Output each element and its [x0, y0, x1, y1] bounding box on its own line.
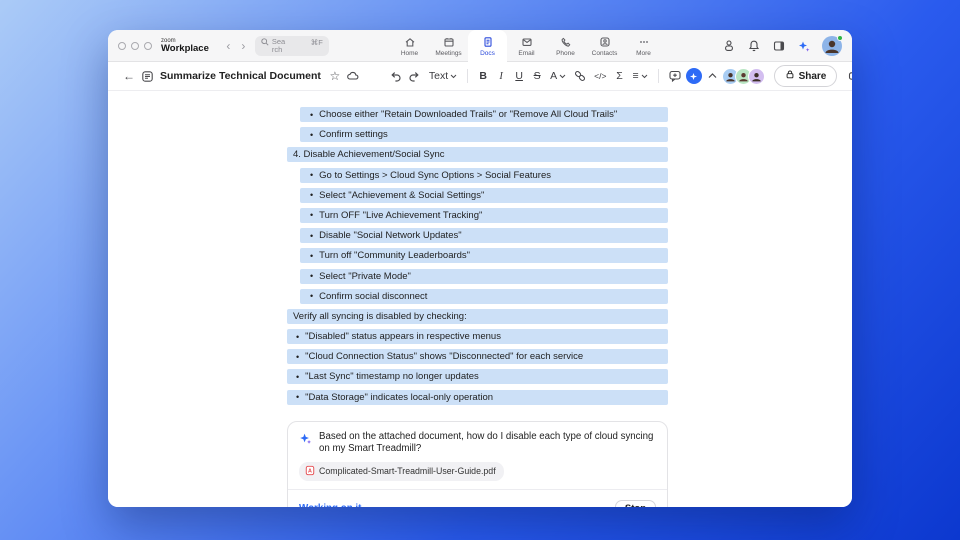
text-style-dropdown[interactable]: Text	[426, 67, 460, 85]
favorite-star-icon[interactable]: ☆	[326, 66, 344, 86]
cloud-sync-icon	[344, 66, 362, 86]
ai-panel-footer: Working on it... Stop	[299, 498, 656, 507]
search-placeholder: Sea rch	[271, 36, 286, 54]
code-button[interactable]: </>	[591, 67, 609, 85]
ai-sparkle-icon[interactable]	[797, 39, 811, 53]
docs-home-icon[interactable]	[138, 66, 156, 86]
ai-prompt-row: Based on the attached document, how do I…	[299, 431, 656, 455]
doc-line[interactable]: "Disabled" status appears in respective …	[287, 329, 668, 345]
tab-email[interactable]: Email	[507, 30, 546, 62]
maximize-window-button[interactable]	[144, 41, 152, 50]
pdf-file-icon: A	[305, 465, 315, 478]
nav-back-button[interactable]: ‹	[221, 39, 236, 53]
video-call-icon[interactable]	[846, 66, 852, 86]
ai-companion-panel: Based on the attached document, how do I…	[287, 420, 668, 507]
docbar-right: Share ···	[721, 65, 852, 87]
tab-meetings[interactable]: Meetings	[429, 30, 468, 62]
doc-line[interactable]: Disable "Social Network Updates"	[300, 228, 668, 244]
home-icon	[404, 36, 416, 48]
collaborator-avatars	[721, 67, 765, 85]
stop-button[interactable]: Stop	[614, 499, 656, 507]
strikethrough-button[interactable]: S	[529, 67, 545, 85]
topbar-right-icons	[722, 34, 843, 56]
ai-sparkle-icon	[299, 432, 312, 449]
contacts-icon	[599, 36, 611, 48]
tab-more[interactable]: More	[624, 30, 663, 62]
search-input[interactable]: Sea rch ⌘F	[254, 35, 329, 56]
text-color-dropdown[interactable]: A	[547, 67, 569, 85]
bold-button[interactable]: B	[475, 67, 491, 85]
nav-forward-button[interactable]: ›	[236, 39, 251, 53]
doc-line[interactable]: 4. Disable Achievement/Social Sync	[287, 147, 668, 163]
ai-status-text: Working on it...	[299, 503, 370, 507]
more-dots-icon	[638, 36, 650, 48]
tab-home[interactable]: Home	[390, 30, 429, 62]
doc-line[interactable]: "Last Sync" timestamp no longer updates	[287, 369, 668, 385]
collaborator-avatar[interactable]	[747, 67, 765, 85]
underline-button[interactable]: U	[511, 67, 527, 85]
tab-contacts[interactable]: Contacts	[585, 30, 624, 62]
phone-icon	[560, 36, 572, 48]
calendar-icon	[443, 36, 455, 48]
doc-line[interactable]: Select "Achievement & Social Settings"	[300, 187, 668, 203]
doc-line[interactable]: Go to Settings > Cloud Sync Options > So…	[300, 167, 668, 183]
svg-text:A: A	[308, 468, 312, 474]
search-icon	[261, 37, 269, 46]
top-bar: zoom Workplace ‹ › Sea rch ⌘F Home Meeti…	[108, 30, 852, 63]
italic-button[interactable]: I	[493, 67, 509, 85]
toolbar-divider	[467, 69, 469, 83]
toolbar-divider	[657, 69, 659, 83]
attachment-chip[interactable]: A Complicated-Smart-Treadmill-User-Guide…	[299, 461, 504, 481]
doc-line[interactable]: Choose either "Retain Downloaded Trails"…	[300, 107, 668, 122]
ai-companion-robot-icon[interactable]	[722, 39, 736, 53]
align-dropdown[interactable]: ≡	[629, 67, 650, 85]
ai-prompt-text: Based on the attached document, how do I…	[319, 430, 654, 454]
side-panel-toggle-icon[interactable]	[772, 39, 786, 53]
doc-line[interactable]: Confirm settings	[300, 127, 668, 143]
document-toolbar: ← Summarize Technical Document ☆ Text B	[108, 62, 852, 91]
email-icon	[521, 36, 533, 48]
document-canvas: Choose either "Retain Downloaded Trails"…	[108, 91, 852, 507]
doc-line[interactable]: Select "Private Mode"	[300, 268, 668, 284]
add-comment-icon[interactable]	[666, 66, 684, 86]
user-avatar[interactable]	[822, 34, 843, 56]
tab-docs[interactable]: Docs	[468, 30, 507, 63]
document-title[interactable]: Summarize Technical Document	[160, 70, 321, 82]
ai-companion-button[interactable]	[685, 68, 702, 84]
workplace-tabs: Home Meetings Docs Email Phone Contacts …	[390, 30, 663, 63]
docs-icon	[482, 36, 494, 48]
highlighted-text-block: Choose either "Retain Downloaded Trails"…	[287, 107, 668, 405]
presence-available-dot	[837, 34, 843, 41]
formula-button[interactable]: Σ	[611, 67, 627, 85]
app-window: zoom Workplace ‹ › Sea rch ⌘F Home Meeti…	[108, 30, 852, 507]
doc-line[interactable]: "Cloud Connection Status" shows "Disconn…	[287, 349, 668, 365]
notifications-bell-icon[interactable]	[747, 39, 761, 53]
redo-icon[interactable]	[406, 66, 424, 86]
chevron-down-icon	[641, 74, 648, 79]
search-shortcut: ⌘F	[310, 37, 323, 47]
zoom-workplace-logo: zoom Workplace	[161, 38, 209, 54]
close-window-button[interactable]	[118, 41, 126, 50]
undo-icon[interactable]	[386, 66, 404, 86]
lock-icon	[785, 69, 795, 83]
chevron-down-icon	[450, 74, 457, 79]
doc-line[interactable]: "Data Storage" indicates local-only oper…	[287, 389, 668, 405]
brand-workplace: Workplace	[161, 42, 209, 54]
share-button[interactable]: Share	[773, 65, 838, 87]
doc-line[interactable]: Turn OFF "Live Achievement Tracking"	[300, 207, 668, 223]
tab-phone[interactable]: Phone	[546, 30, 585, 62]
doc-line[interactable]: Verify all syncing is disabled by checki…	[287, 308, 668, 324]
minimize-window-button[interactable]	[131, 41, 139, 50]
formatting-toolbar: Text B I U S A </> Σ ≡	[386, 66, 722, 86]
window-controls	[118, 41, 152, 50]
collapse-toolbar-icon[interactable]	[704, 66, 722, 86]
doc-line[interactable]: Turn off "Community Leaderboards"	[300, 248, 668, 264]
chevron-down-icon	[559, 74, 566, 79]
back-icon[interactable]: ←	[120, 66, 138, 86]
doc-line[interactable]: Confirm social disconnect	[300, 288, 668, 304]
attachment-filename: Complicated-Smart-Treadmill-User-Guide.p…	[319, 466, 496, 477]
link-icon[interactable]	[571, 66, 589, 86]
ai-panel-divider	[288, 488, 667, 490]
